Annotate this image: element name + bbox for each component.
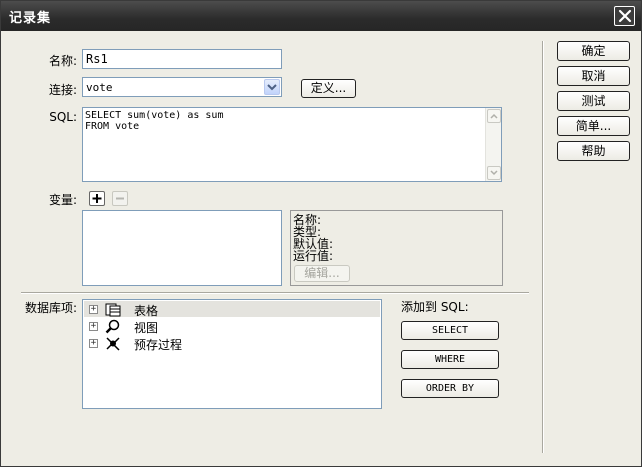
tree-item-views[interactable]: + 视图 <box>89 319 369 335</box>
add-orderby-button[interactable]: ORDER BY <box>401 379 499 398</box>
add-variable-button[interactable] <box>89 191 105 206</box>
variable-details-panel: 名称: 类型: 默认值: 运行值: 编辑... <box>290 210 503 286</box>
tree-item-label: 视图 <box>134 321 159 335</box>
scroll-up-button[interactable] <box>487 109 501 123</box>
test-button[interactable]: 测试 <box>557 91 630 111</box>
scroll-down-button[interactable] <box>487 166 501 180</box>
simple-button[interactable]: 简单... <box>557 116 630 136</box>
view-icon <box>105 319 120 334</box>
title-bar[interactable]: 记录集 <box>1 1 641 31</box>
connection-label: 连接: <box>48 83 77 97</box>
tree-item-tables[interactable]: + 表格 <box>89 302 369 318</box>
db-items-tree[interactable]: + 表格 + 视图 + 预存过程 <box>82 299 382 409</box>
sql-text: SELECT sum(vote) as sum FROM vote <box>85 110 224 132</box>
variable-name-label: 名称: <box>293 213 322 227</box>
chevron-down-icon <box>490 170 498 176</box>
sql-scrollbar[interactable] <box>485 108 501 181</box>
help-button[interactable]: 帮助 <box>557 141 630 161</box>
connection-dropdown-button[interactable] <box>264 79 280 95</box>
expand-icon[interactable]: + <box>89 339 98 348</box>
edit-variable-button[interactable]: 编辑... <box>294 265 350 282</box>
chevron-down-icon <box>267 84 277 91</box>
close-icon <box>618 9 632 23</box>
variable-runtime-label: 运行值: <box>293 249 334 263</box>
sql-label: SQL: <box>49 110 77 124</box>
plus-icon <box>92 194 102 203</box>
expand-icon[interactable]: + <box>89 322 98 331</box>
name-label: 名称: <box>48 54 77 68</box>
tree-item-stored-procedures[interactable]: + 预存过程 <box>89 336 369 352</box>
dialog-title: 记录集 <box>9 11 52 26</box>
variables-list[interactable] <box>82 210 282 286</box>
add-where-button[interactable]: WHERE <box>401 350 499 369</box>
chevron-up-icon <box>490 113 498 119</box>
minus-icon <box>116 197 124 200</box>
tree-item-label: 预存过程 <box>134 338 183 352</box>
stored-procedure-icon <box>106 337 120 351</box>
add-select-button[interactable]: SELECT <box>401 321 499 340</box>
connection-select-value: vote <box>86 81 113 94</box>
sql-textarea[interactable]: SELECT sum(vote) as sum FROM vote <box>82 107 502 182</box>
recordset-dialog: 记录集 名称: Rs1 连接: vote 定义... SQL: SELECT s… <box>0 0 642 467</box>
name-input[interactable]: Rs1 <box>82 49 282 69</box>
connection-select[interactable]: vote <box>82 77 282 97</box>
remove-variable-button[interactable] <box>112 191 128 206</box>
define-button[interactable]: 定义... <box>301 79 356 98</box>
name-input-value: Rs1 <box>86 52 108 66</box>
tree-item-label: 表格 <box>134 304 159 318</box>
table-icon <box>105 303 121 317</box>
horizontal-divider <box>21 292 529 294</box>
vertical-divider <box>542 41 544 453</box>
ok-button[interactable]: 确定 <box>557 41 630 61</box>
db-items-label: 数据库项: <box>24 301 77 315</box>
cancel-button[interactable]: 取消 <box>557 66 630 86</box>
variables-label: 变量: <box>48 193 77 207</box>
add-to-sql-label: 添加到 SQL: <box>401 300 469 314</box>
close-button[interactable] <box>614 6 635 26</box>
expand-icon[interactable]: + <box>89 305 98 314</box>
